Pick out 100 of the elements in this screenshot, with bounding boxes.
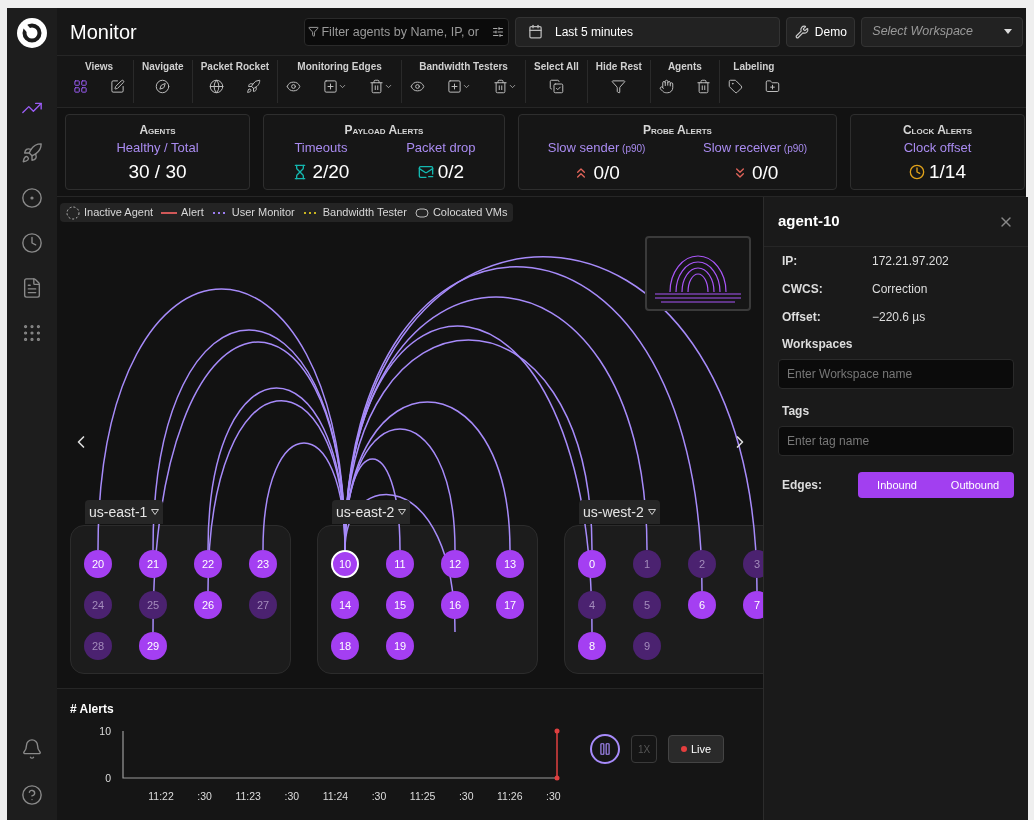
hand-tool[interactable] [658,79,674,94]
x-tick-label: :30 [284,790,300,802]
region-tab[interactable]: us-east-2 [332,500,411,524]
panel-view-tool[interactable] [110,79,125,94]
workspace-select[interactable]: Select Workspace [861,16,1023,47]
agent-node[interactable]: 7 [743,591,763,619]
agent-node[interactable]: 16 [441,591,469,619]
minimap[interactable] [645,236,751,311]
trash-tool[interactable] [695,79,711,94]
toolbar-group-label: Monitoring Edges [297,60,382,74]
agent-node[interactable]: 14 [331,591,359,619]
agent-node[interactable]: 9 [633,632,661,660]
toolbar-group-label: Select All [534,60,579,74]
agent-node[interactable]: 2 [688,550,716,578]
section-label: Tags [782,403,811,420]
help-icon[interactable] [21,784,43,806]
caret-icon [398,509,407,515]
page-title: Monitor [70,19,138,45]
sliders-icon[interactable] [492,25,504,38]
dotted-line-icon [302,210,319,215]
agent-node[interactable]: 19 [386,632,414,660]
agent-node[interactable]: 23 [249,550,277,578]
compass-tool[interactable] [155,79,171,94]
metric-value: 0/0 [751,161,779,185]
agent-node[interactable]: 13 [496,550,524,578]
agent-node[interactable]: 20 [84,550,112,578]
filter-icon [308,25,320,37]
region-tab[interactable]: us-east-1 [85,500,164,524]
clock-icon[interactable] [21,232,43,254]
workspace-input[interactable]: Enter Workspace name [778,359,1014,389]
edge-toggle[interactable]: Inbound [858,472,936,498]
add-tool[interactable] [447,79,472,94]
circle-dots-icon[interactable] [21,187,43,209]
metric-value: 0/0 [593,161,620,185]
filter-tool[interactable] [611,79,627,94]
agent-node[interactable]: 21 [139,550,167,578]
time-range-field[interactable]: Last 5 minutes [515,16,781,47]
rocket-icon[interactable] [21,142,43,164]
live-button[interactable]: Live [668,735,725,763]
chevron-down-icon [462,82,472,91]
agent-node[interactable]: 26 [194,591,222,619]
rocket-tool[interactable] [245,79,261,94]
agent-node[interactable]: 28 [84,632,112,660]
agent-node[interactable]: 6 [688,591,716,619]
agent-node[interactable]: 0 [578,550,606,578]
agent-node[interactable]: 25 [139,591,167,619]
eye-tool[interactable] [410,79,426,94]
agent-node[interactable]: 10 [331,550,359,578]
demo-button[interactable]: Demo [786,16,856,47]
agent-node[interactable]: 12 [441,550,469,578]
agent-node[interactable]: 8 [578,632,606,660]
eye-tool[interactable] [286,79,302,94]
chart-title: # Alerts [70,701,114,718]
tag-input[interactable]: Enter tag name [778,426,1014,456]
legend-label: Inactive Agent [84,205,154,221]
select-all-tool[interactable] [548,79,564,94]
trash-tool[interactable] [493,79,518,94]
region-tab[interactable]: us-west-2 [579,500,660,524]
card-title: Clock Alerts [902,122,973,138]
globe-rocket-tool[interactable] [208,79,224,94]
agent-node[interactable]: 15 [386,591,414,619]
field-label: CWCS: [782,281,824,298]
folder-plus-tool[interactable] [764,79,780,94]
filter-field[interactable]: Filter agents by Name, IP, or [304,17,509,46]
metric-label[interactable]: Slow sender (p90) [547,138,646,159]
metric-label[interactable]: Clock offset [903,138,972,158]
agent-node[interactable]: 27 [249,591,277,619]
agent-node[interactable]: 11 [386,550,414,578]
metric-label[interactable]: Packet drop [406,138,476,158]
metric-value: 1/14 [929,160,966,184]
chevron-down-icon [508,82,518,91]
field-value: Correction [872,281,928,298]
bell-icon[interactable] [21,738,43,760]
agent-node[interactable]: 4 [578,591,606,619]
document-icon[interactable] [21,277,43,299]
filter-icon [611,79,627,94]
agent-node[interactable]: 24 [84,591,112,619]
grid-dots-icon[interactable] [21,322,43,344]
metric-label[interactable]: Timeouts [294,138,348,158]
edge-toggle[interactable]: Outbound [936,472,1014,498]
agent-node[interactable]: 3 [743,550,763,578]
metric-label[interactable]: Slow receiver (p90) [703,138,808,159]
panel-view-icon [110,79,125,94]
agent-node[interactable]: 29 [139,632,167,660]
trash-tool[interactable] [369,79,394,94]
agent-node[interactable]: 5 [633,591,661,619]
agent-node[interactable]: 1 [633,550,661,578]
metric-label[interactable]: Healthy / Total [116,138,199,158]
add-tool[interactable] [323,79,348,94]
grid-view-tool[interactable] [73,79,88,94]
pause-button[interactable] [590,734,620,764]
agent-node[interactable]: 22 [194,550,222,578]
trash-icon [493,79,509,94]
toolbar-group-label: Navigate [142,60,184,74]
toolbar-group-label: Labeling [733,60,775,74]
tag-tool[interactable] [727,79,743,94]
folder-plus-icon [764,79,780,94]
agent-node[interactable]: 17 [496,591,524,619]
solid-line-icon [161,210,178,215]
agent-node[interactable]: 18 [331,632,359,660]
